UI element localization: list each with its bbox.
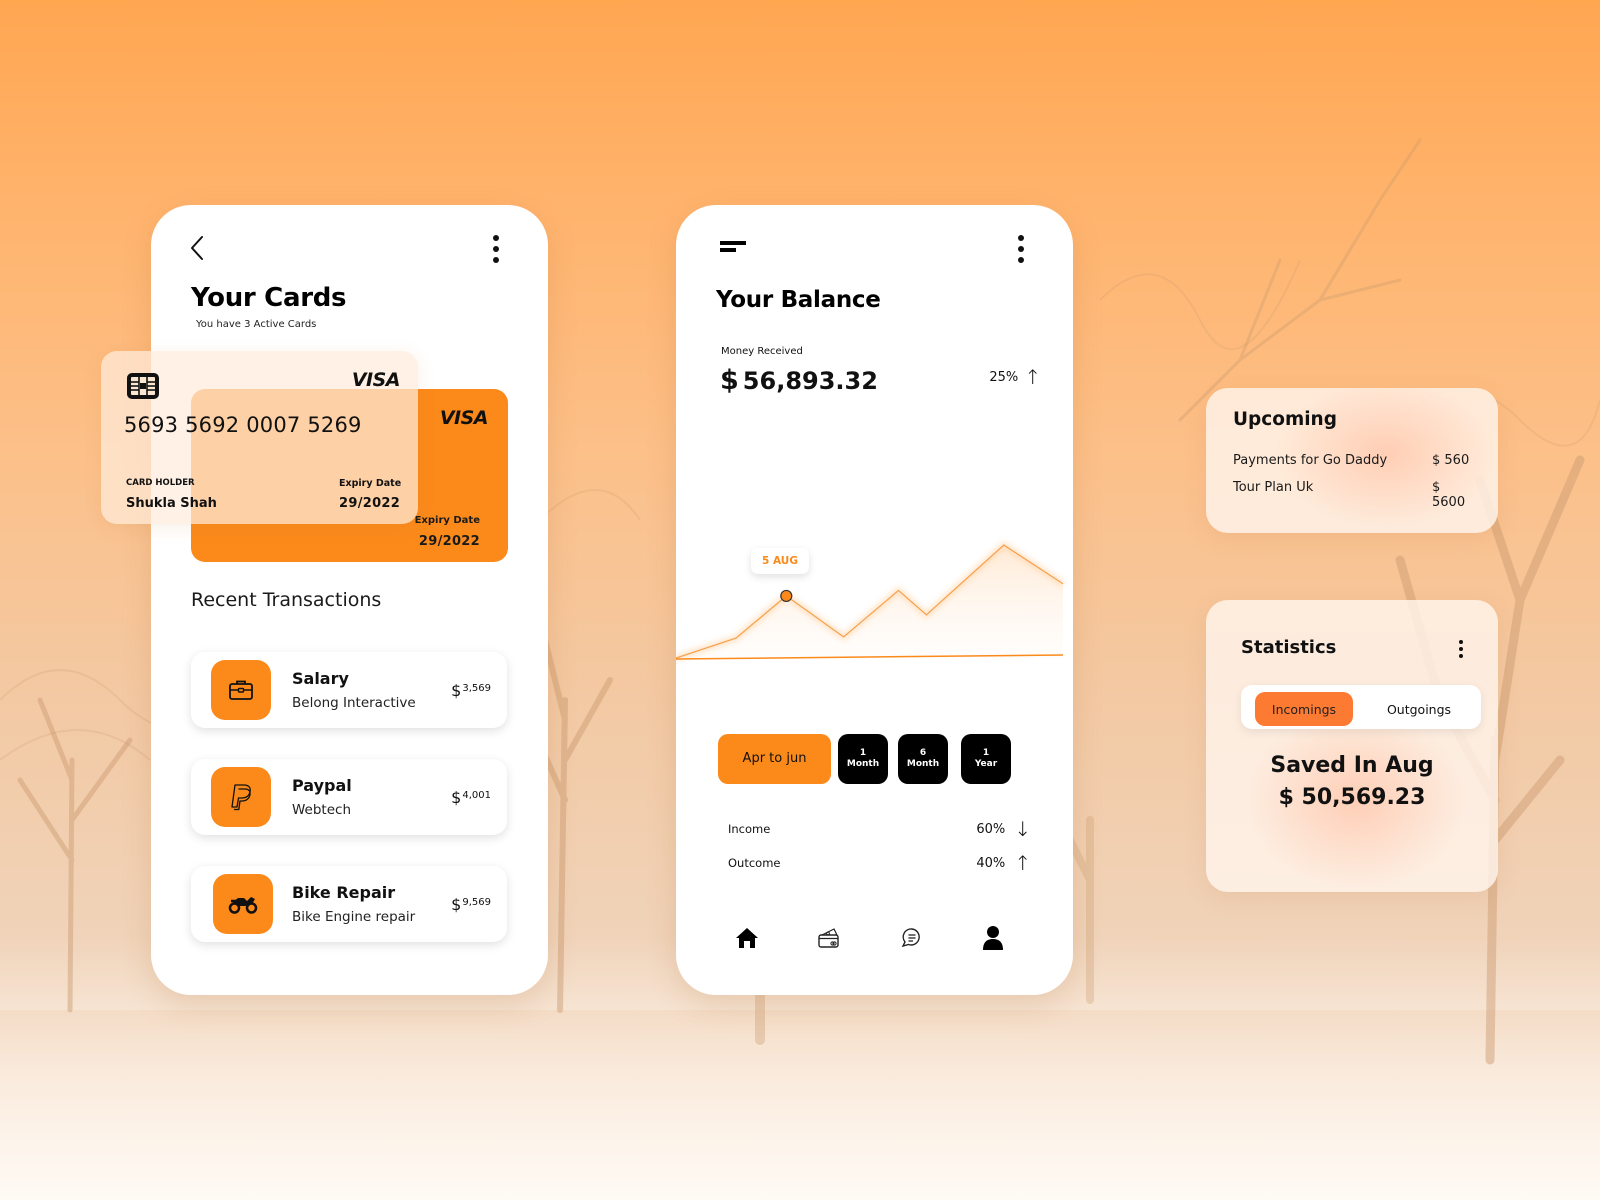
expiry-label: Expiry Date bbox=[414, 515, 480, 526]
range-button-1-month[interactable]: 1 Month bbox=[838, 734, 888, 784]
user-icon bbox=[983, 926, 1003, 950]
upcoming-item-label: Payments for Go Daddy bbox=[1233, 453, 1388, 468]
range-button-1-year[interactable]: 1 Year bbox=[961, 734, 1011, 784]
more-options-button[interactable] bbox=[1016, 235, 1026, 263]
statistics-title: Statistics bbox=[1241, 637, 1337, 658]
transaction-name: Paypal bbox=[292, 776, 352, 795]
page-title: Your Cards bbox=[191, 283, 347, 313]
more-options-button[interactable] bbox=[491, 235, 501, 263]
statistics-tabs: Incomings Outgoings bbox=[1241, 685, 1481, 729]
visa-logo: VISA bbox=[439, 407, 489, 429]
card-holder-label: CARD HOLDER bbox=[126, 478, 195, 488]
saved-label: Saved In Aug bbox=[1270, 753, 1434, 778]
arrow-up-icon: ↑ bbox=[1014, 851, 1031, 875]
transaction-amount: $3,569 bbox=[451, 681, 491, 700]
credit-card-front[interactable]: VISA 5693 5692 0007 5269 CARD HOLDER Shu… bbox=[101, 351, 418, 524]
upcoming-item-value: $ 560 bbox=[1432, 453, 1470, 468]
money-change: 25% ↑ bbox=[989, 367, 1041, 387]
chat-icon bbox=[901, 928, 920, 948]
upcoming-item-label: Tour Plan Uk bbox=[1233, 480, 1314, 495]
card-number: 5693 5692 0007 5269 bbox=[124, 413, 362, 437]
expiry-label: Expiry Date bbox=[339, 478, 402, 489]
transaction-item[interactable]: Salary Belong Interactive $3,569 bbox=[191, 652, 507, 728]
transaction-item[interactable]: Paypal Webtech $4,001 bbox=[191, 759, 507, 835]
hamburger-icon bbox=[720, 241, 746, 245]
transaction-sub: Belong Interactive bbox=[292, 695, 416, 711]
background-ground bbox=[0, 1010, 1600, 1200]
income-label: Income bbox=[728, 822, 771, 836]
visa-logo: VISA bbox=[351, 369, 401, 391]
outcome-percent: 40% bbox=[976, 855, 1006, 871]
range-button-apr-jun[interactable]: Apr to jun bbox=[718, 734, 831, 784]
change-percent: 25% bbox=[989, 369, 1019, 385]
more-vertical-icon bbox=[493, 235, 499, 241]
card-chip-icon bbox=[125, 371, 161, 405]
more-vertical-icon bbox=[1459, 640, 1463, 644]
transaction-amount: $9,569 bbox=[451, 895, 491, 914]
back-button[interactable] bbox=[189, 235, 205, 261]
income-percent: 60% bbox=[976, 821, 1006, 837]
transaction-amount: $4,001 bbox=[451, 788, 491, 807]
arrow-down-icon: ↓ bbox=[1014, 817, 1031, 841]
expiry-value: 29/2022 bbox=[418, 534, 480, 549]
outcome-label: Outcome bbox=[728, 856, 781, 870]
more-options-button[interactable] bbox=[1458, 640, 1464, 658]
transaction-name: Salary bbox=[292, 669, 349, 688]
paypal-icon bbox=[211, 767, 271, 827]
menu-button[interactable] bbox=[720, 241, 746, 253]
chart-highlight-point[interactable] bbox=[780, 589, 793, 603]
balance-line-chart bbox=[676, 541, 1065, 661]
briefcase-icon bbox=[211, 660, 271, 720]
more-vertical-icon bbox=[1018, 235, 1024, 241]
transaction-item[interactable]: Bike Repair Bike Engine repair $9,569 bbox=[191, 866, 507, 942]
expiry-value: 29/2022 bbox=[339, 496, 401, 511]
outcome-row: Outcome 40% ↑ bbox=[728, 853, 1031, 873]
card-holder-name: Shukla Shah bbox=[126, 496, 217, 511]
upcoming-widget: Upcoming Payments for Go Daddy $ 560 Tou… bbox=[1206, 388, 1498, 533]
statistics-widget: Statistics Incomings Outgoings Saved In … bbox=[1206, 600, 1498, 892]
motorbike-icon bbox=[213, 874, 273, 934]
nav-profile[interactable] bbox=[978, 923, 1008, 953]
nav-messages[interactable] bbox=[896, 923, 926, 953]
recent-transactions-heading: Recent Transactions bbox=[191, 589, 382, 611]
chevron-left-icon bbox=[191, 236, 203, 260]
active-cards-count: You have 3 Active Cards bbox=[196, 319, 317, 330]
tab-incomings[interactable]: Incomings bbox=[1255, 692, 1353, 726]
saved-value: $ 50,569.23 bbox=[1278, 785, 1426, 810]
arrow-up-icon: ↑ bbox=[1024, 365, 1041, 389]
chart-tooltip: 5 AUG bbox=[751, 548, 809, 574]
upcoming-item[interactable]: Payments for Go Daddy $ 560 bbox=[1233, 453, 1474, 468]
range-button-6-month[interactable]: 6 Month bbox=[898, 734, 948, 784]
nav-home[interactable] bbox=[732, 923, 762, 953]
page-title: Your Balance bbox=[716, 287, 881, 313]
money-received-value: $56,893.32 bbox=[720, 365, 878, 396]
transaction-name: Bike Repair bbox=[292, 883, 396, 902]
nav-cards[interactable] bbox=[814, 923, 844, 953]
tab-outgoings[interactable]: Outgoings bbox=[1369, 692, 1469, 726]
income-row: Income 60% ↓ bbox=[728, 819, 1031, 839]
home-icon bbox=[736, 928, 758, 948]
upcoming-item-value: $ 5600 bbox=[1432, 480, 1466, 510]
balance-screen: Your Balance Money Received $56,893.32 2… bbox=[676, 205, 1073, 995]
bottom-navigation bbox=[676, 923, 1073, 963]
transaction-sub: Bike Engine repair bbox=[292, 909, 416, 925]
wallet-cards-icon bbox=[818, 928, 839, 948]
upcoming-title: Upcoming bbox=[1233, 409, 1337, 430]
money-received-label: Money Received bbox=[721, 346, 803, 357]
upcoming-item[interactable]: Tour Plan Uk $ 5600 bbox=[1233, 480, 1474, 510]
transaction-sub: Webtech bbox=[292, 802, 352, 818]
